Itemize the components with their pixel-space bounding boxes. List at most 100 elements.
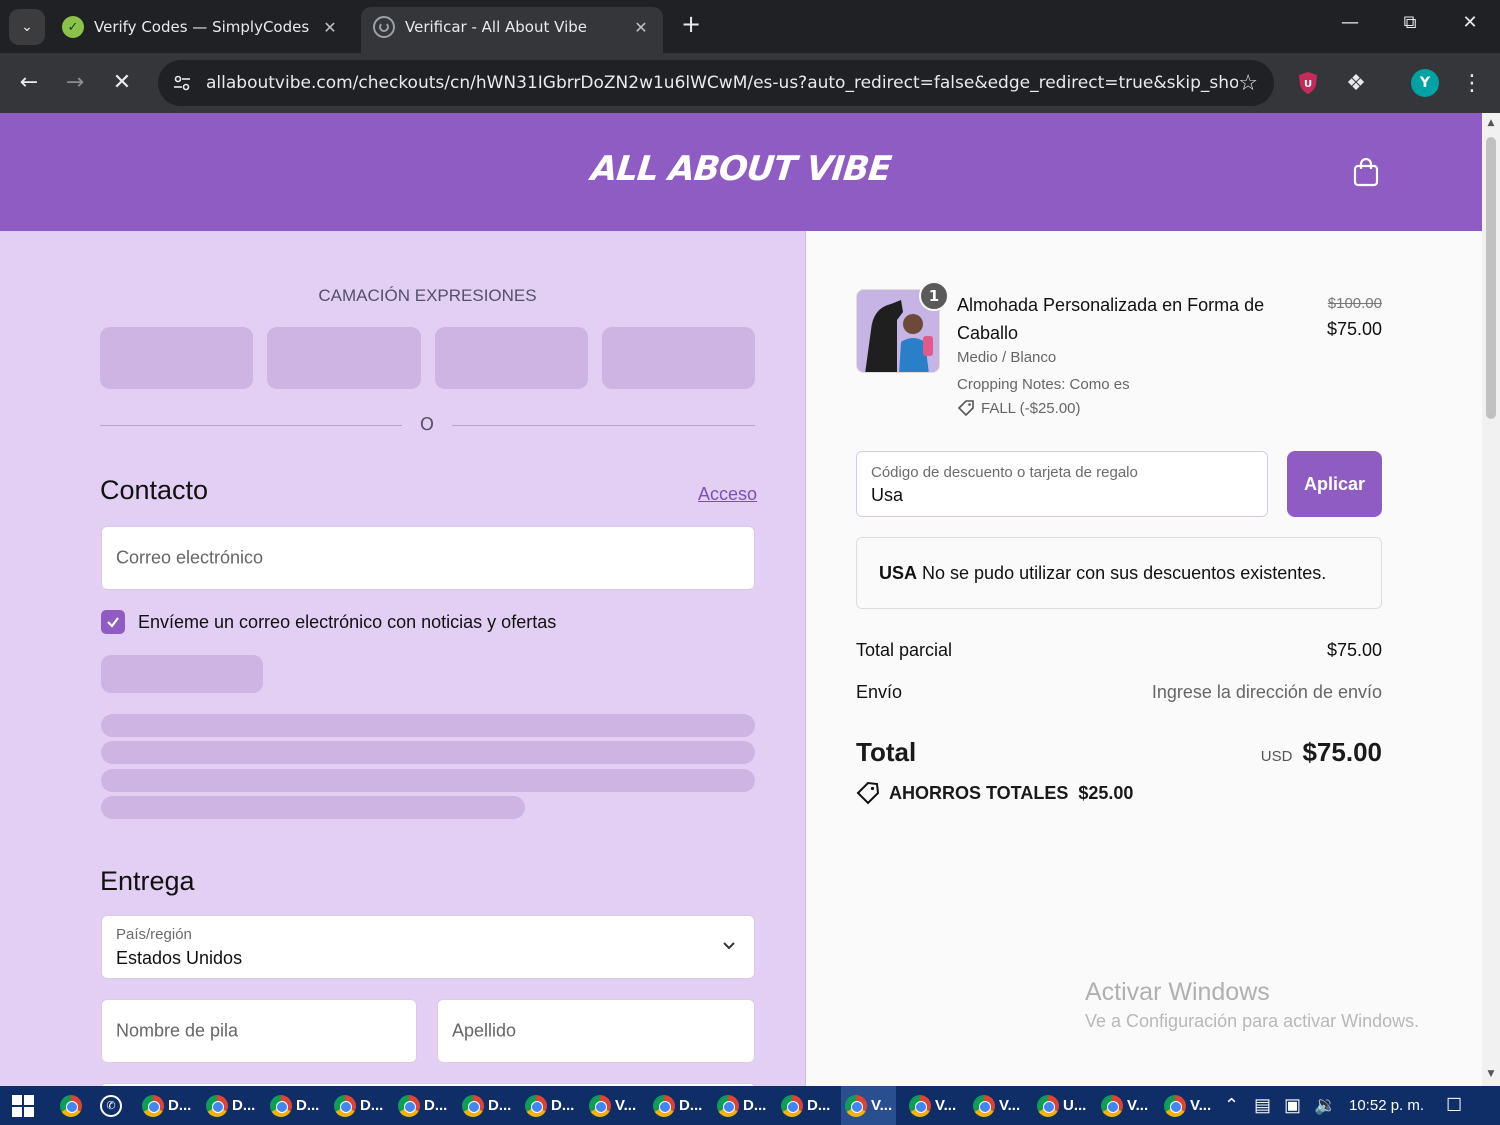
taskbar-window-button[interactable]: V... xyxy=(1097,1086,1152,1125)
country-select[interactable]: País/región Estados Unidos xyxy=(101,915,755,979)
taskbar-window-button[interactable]: D... xyxy=(266,1086,323,1125)
site-settings-icon[interactable] xyxy=(172,73,192,93)
taskbar-window-button[interactable]: U... xyxy=(1033,1086,1090,1125)
url-text: allaboutvibe.com/checkouts/cn/hWN31IGbrr… xyxy=(206,73,1239,93)
newsletter-label[interactable]: Envíeme un correo electrónico con notici… xyxy=(138,612,556,633)
taskbar-window-label: V... xyxy=(935,1097,957,1114)
close-tab-icon[interactable]: ✕ xyxy=(320,18,340,37)
chrome-icon xyxy=(334,1094,356,1117)
chrome-pinned-icon[interactable] xyxy=(60,1086,82,1125)
taskbar-window-button[interactable]: V... xyxy=(585,1086,640,1125)
taskbar-window-button[interactable]: D... xyxy=(777,1086,834,1125)
ublock-extension-icon[interactable]: U xyxy=(1292,67,1324,99)
newsletter-checkbox[interactable] xyxy=(101,610,125,634)
loading-placeholder xyxy=(101,655,263,693)
new-tab-button[interactable]: + xyxy=(676,10,706,38)
bookmark-star-icon[interactable]: ☆ xyxy=(1238,71,1258,96)
scroll-down-icon[interactable]: ▼ xyxy=(1485,1069,1497,1079)
profile-avatar[interactable]: Y xyxy=(1409,67,1441,99)
contact-heading: Contacto xyxy=(100,475,209,505)
taskbar-clock[interactable]: 10:52 p. m. xyxy=(1349,1097,1424,1114)
chrome-icon xyxy=(589,1094,611,1117)
taskbar-window-label: V... xyxy=(871,1097,893,1114)
taskbar-window-button[interactable]: D... xyxy=(458,1086,515,1125)
taskbar-window-button[interactable]: V... xyxy=(1160,1086,1215,1125)
store-header: ALL ABOUT VIBE xyxy=(0,113,1482,231)
loading-placeholder xyxy=(101,741,755,764)
scroll-up-icon[interactable]: ▲ xyxy=(1485,118,1497,128)
tab-search-button[interactable]: ⌄ xyxy=(9,9,45,45)
tab-strip: ⌄ ✓ Verify Codes — SimplyCodes ✕ Verific… xyxy=(0,0,1500,53)
discount-code-field[interactable]: Código de descuento o tarjeta de regalo … xyxy=(856,451,1268,517)
show-hidden-icons-chevron-icon[interactable]: ⌃ xyxy=(1224,1086,1239,1125)
notifications-icon[interactable]: ☐ xyxy=(1446,1086,1462,1125)
total-label: Total xyxy=(856,737,917,767)
taskbar-window-button[interactable]: D... xyxy=(202,1086,259,1125)
taskbar-window-button[interactable]: D... xyxy=(138,1086,195,1125)
stop-loading-icon[interactable]: ✕ xyxy=(106,67,138,99)
extensions-puzzle-icon[interactable]: ❖ xyxy=(1340,67,1372,99)
tray-app-icon[interactable]: ▤ xyxy=(1254,1086,1271,1125)
loading-favicon-icon xyxy=(373,16,395,38)
close-window-icon[interactable]: ✕ xyxy=(1450,12,1490,33)
simplycodes-favicon-icon: ✓ xyxy=(62,16,84,38)
chrome-icon xyxy=(717,1094,739,1117)
last-name-field[interactable]: Apellido xyxy=(437,999,755,1063)
chrome-icon xyxy=(206,1094,228,1117)
taskbar-window-button[interactable]: D... xyxy=(394,1086,451,1125)
chrome-icon xyxy=(973,1094,995,1117)
shopping-bag-icon[interactable] xyxy=(1352,157,1380,187)
more-menu-icon[interactable]: ⋮ xyxy=(1456,67,1488,99)
divider-line xyxy=(100,425,402,426)
taskbar-window-label: D... xyxy=(551,1097,575,1114)
windows-start-icon[interactable] xyxy=(12,1086,34,1125)
whatsapp-icon[interactable]: ✆ xyxy=(100,1086,122,1125)
express-pay-button-placeholder[interactable] xyxy=(435,327,588,389)
close-tab-icon[interactable]: ✕ xyxy=(631,18,651,37)
taskbar-window-label: V... xyxy=(1190,1097,1212,1114)
forward-arrow-icon[interactable]: → xyxy=(59,67,91,99)
item-discount: FALL (-$25.00) xyxy=(957,399,1081,417)
restore-icon[interactable]: ⧉ xyxy=(1390,12,1430,33)
first-name-placeholder: Nombre de pila xyxy=(116,1020,239,1041)
quantity-badge: 1 xyxy=(919,281,949,311)
country-value: Estados Unidos xyxy=(116,948,243,968)
checkout-form-column: CAMACIÓN EXPRESIONES O Contacto Acceso C… xyxy=(0,231,806,1086)
express-pay-button-placeholder[interactable] xyxy=(602,327,755,389)
windows-activation-title: Activar Windows xyxy=(1085,978,1270,1006)
taskbar-window-label: D... xyxy=(807,1097,831,1114)
taskbar-window-button[interactable]: V... xyxy=(905,1086,960,1125)
item-price: $75.00 xyxy=(1326,319,1382,339)
taskbar-window-button[interactable]: D... xyxy=(330,1086,387,1125)
apply-discount-button[interactable]: Aplicar xyxy=(1287,451,1382,517)
address-bar[interactable]: allaboutvibe.com/checkouts/cn/hWN31IGbrr… xyxy=(158,60,1274,106)
tab-simplycodes[interactable]: ✓ Verify Codes — SimplyCodes ✕ xyxy=(50,7,352,53)
profile-initial: Y xyxy=(1411,69,1439,97)
discount-code-label: Código de descuento o tarjeta de regalo xyxy=(871,464,1138,481)
loading-placeholder xyxy=(101,796,525,819)
tab-title: Verify Codes — SimplyCodes xyxy=(94,18,310,36)
login-link[interactable]: Acceso xyxy=(698,484,757,505)
delivery-heading: Entrega xyxy=(100,866,195,896)
taskbar-window-button[interactable]: V... xyxy=(969,1086,1024,1125)
back-arrow-icon[interactable]: ← xyxy=(13,67,45,99)
svg-text:U: U xyxy=(1304,79,1312,90)
divider-line xyxy=(452,425,755,426)
taskbar-window-label: U... xyxy=(1063,1097,1087,1114)
volume-icon[interactable]: 🔉 xyxy=(1314,1086,1336,1125)
email-field[interactable]: Correo electrónico xyxy=(101,526,755,590)
first-name-field[interactable]: Nombre de pila xyxy=(101,999,417,1063)
taskbar-window-button[interactable]: D... xyxy=(521,1086,578,1125)
taskbar-window-button[interactable]: D... xyxy=(713,1086,770,1125)
network-icon[interactable]: ▣ xyxy=(1284,1086,1301,1125)
minimize-icon[interactable]: — xyxy=(1330,12,1370,33)
taskbar-window-button[interactable]: V... xyxy=(841,1086,897,1125)
page-scrollbar[interactable]: ▲ ▼ xyxy=(1482,113,1500,1086)
store-logo[interactable]: ALL ABOUT VIBE xyxy=(0,149,1482,189)
total-value: $75.00 xyxy=(1302,737,1382,767)
taskbar-window-button[interactable]: D... xyxy=(649,1086,706,1125)
express-pay-button-placeholder[interactable] xyxy=(267,327,421,389)
express-pay-button-placeholder[interactable] xyxy=(100,327,253,389)
tab-allaboutvibe[interactable]: Verificar - All About Vibe ✕ xyxy=(361,7,663,53)
scrollbar-thumb[interactable] xyxy=(1486,137,1496,419)
